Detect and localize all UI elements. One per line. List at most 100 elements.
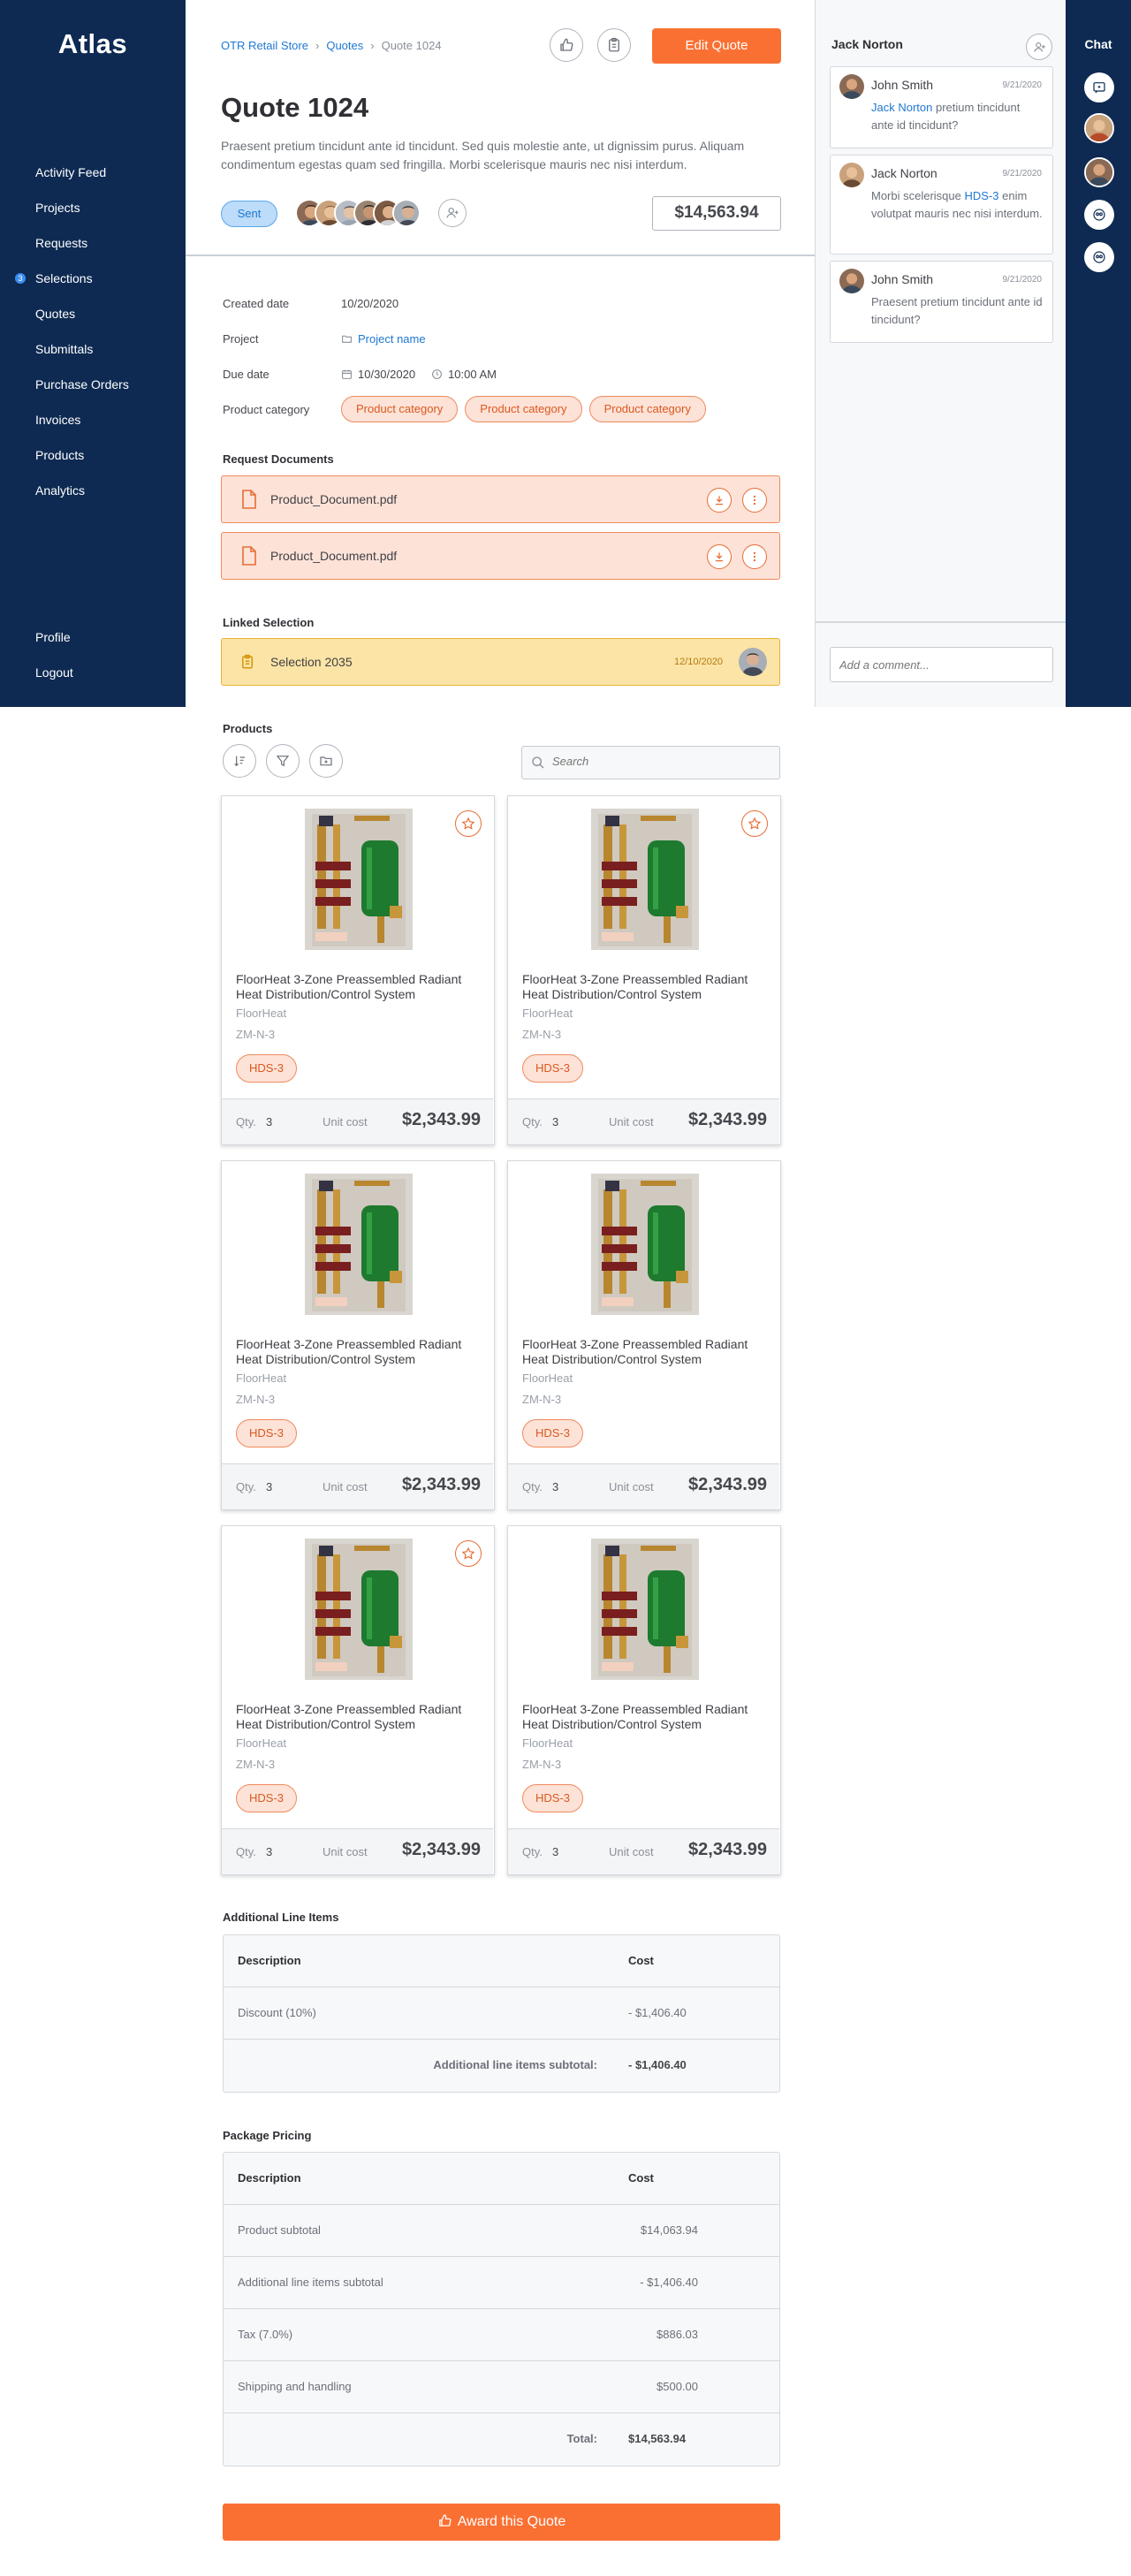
product-card[interactable]: FloorHeat 3-Zone Preassembled Radiant He… [507,795,781,1145]
unit-cost-value: $2,343.99 [402,1840,481,1859]
avatar[interactable] [739,648,767,676]
search-icon [532,756,544,769]
more-options-button[interactable] [742,488,767,513]
favorite-button[interactable] [455,1540,482,1567]
sidebar-item-projects[interactable]: Projects [0,196,186,232]
unit-cost-label: Unit cost [323,1480,368,1493]
edit-quote-button[interactable]: Edit Quote [652,28,781,64]
product-tag[interactable]: HDS-3 [522,1784,584,1812]
filter-button[interactable] [266,744,300,778]
sidebar-item-label: Invoices [35,413,81,427]
qty-label: Qty. [236,1845,256,1858]
quote-details: Created date 10/20/2020 Project Project … [223,285,788,427]
document-item[interactable]: Product_Document.pdf [221,532,780,580]
category-pill[interactable]: Product category [465,396,582,422]
chat-title: Chat [1084,37,1112,51]
app-logo[interactable]: Atlas [0,28,186,60]
sidebar-item-analytics[interactable]: Analytics [0,479,186,514]
pdf-file-icon [242,546,256,566]
favorite-button[interactable] [455,810,482,837]
comment: John Smith 9/21/2020 Jack Norton pretium… [830,66,1053,148]
category-pill[interactable]: Product category [588,396,706,422]
download-button[interactable] [707,488,732,513]
favorite-button[interactable] [741,810,768,837]
sidebar-item-purchase-orders[interactable]: Purchase Orders [0,373,186,408]
qty-label: Qty. [236,1115,256,1128]
group-chat-button[interactable] [1084,242,1114,272]
chat-avatar[interactable] [1084,157,1114,187]
product-title[interactable]: FloorHeat 3-Zone Preassembled Radiant He… [522,972,773,1002]
sidebar-item-selections[interactable]: 3 Selections [0,267,186,302]
sidebar-item-quotes[interactable]: Quotes [0,302,186,338]
product-title[interactable]: FloorHeat 3-Zone Preassembled Radiant He… [236,1337,487,1367]
search-input[interactable] [552,755,764,768]
product-card[interactable]: FloorHeat 3-Zone Preassembled Radiant He… [221,795,495,1145]
product-card[interactable]: FloorHeat 3-Zone Preassembled Radiant He… [221,1160,495,1510]
sidebar-item-label: Quotes [35,307,76,321]
product-image [305,809,413,950]
download-icon [715,552,724,562]
line-items-title: Additional Line Items [223,1911,339,1924]
add-folder-button[interactable] [309,744,343,778]
product-search[interactable] [521,746,780,779]
product-tag[interactable]: HDS-3 [236,1054,298,1083]
download-button[interactable] [707,544,732,569]
product-brand: FloorHeat [236,1007,287,1020]
sidebar-item-submittals[interactable]: Submittals [0,338,186,373]
pricing-description: Additional line items subtotal [238,2276,383,2289]
sidebar-item-profile[interactable]: Profile [0,626,186,661]
mention-link[interactable]: HDS-3 [965,189,999,202]
linked-selection-card[interactable]: Selection 2035 12/10/2020 [221,638,780,686]
comment-input[interactable] [830,647,1053,682]
add-member-button[interactable] [438,199,467,227]
document-item[interactable]: Product_Document.pdf [221,475,780,523]
quote-description: Praesent pretium tincidunt ante id tinci… [221,139,745,171]
avatar[interactable] [392,199,421,227]
product-title[interactable]: FloorHeat 3-Zone Preassembled Radiant He… [522,1702,773,1732]
new-chat-button[interactable] [1084,72,1114,103]
qty-value: 3 [266,1115,273,1128]
request-documents-title: Request Documents [223,452,334,466]
product-title[interactable]: FloorHeat 3-Zone Preassembled Radiant He… [522,1337,773,1367]
sidebar-item-products[interactable]: Products [0,444,186,479]
breadcrumb-root-link[interactable]: OTR Retail Store [221,39,308,52]
category-pill[interactable]: Product category [341,396,459,422]
product-title[interactable]: FloorHeat 3-Zone Preassembled Radiant He… [236,1702,487,1732]
group-chat-button[interactable] [1084,200,1114,230]
project-link[interactable]: Project name [358,332,426,346]
comment-date: 9/21/2020 [1002,169,1043,179]
sidebar-item-label: Logout [35,665,73,680]
more-options-button[interactable] [742,544,767,569]
product-brand: FloorHeat [522,1736,573,1750]
star-icon [748,817,762,830]
chat-avatar[interactable] [1084,113,1114,143]
sidebar-item-logout[interactable]: Logout [0,661,186,696]
product-card[interactable]: FloorHeat 3-Zone Preassembled Radiant He… [507,1160,781,1510]
pricing-cost: $886.03 [657,2328,698,2341]
avatar [839,74,864,99]
add-participant-button[interactable] [1026,34,1052,60]
sort-icon [234,756,245,767]
sidebar-item-invoices[interactable]: Invoices [0,408,186,444]
sidebar-item-requests[interactable]: Requests [0,232,186,267]
product-brand: FloorHeat [236,1372,287,1385]
clipboard-button[interactable] [597,28,631,62]
unit-cost-label: Unit cost [609,1480,654,1493]
product-tag[interactable]: HDS-3 [236,1784,298,1812]
product-title[interactable]: FloorHeat 3-Zone Preassembled Radiant He… [236,972,487,1002]
like-button[interactable] [550,28,583,62]
pricing-description: Shipping and handling [238,2380,352,2393]
sort-button[interactable] [223,744,256,778]
product-card[interactable]: FloorHeat 3-Zone Preassembled Radiant He… [507,1525,781,1875]
product-tag[interactable]: HDS-3 [522,1054,584,1083]
product-tag[interactable]: HDS-3 [236,1419,298,1448]
product-card[interactable]: FloorHeat 3-Zone Preassembled Radiant He… [221,1525,495,1875]
product-tag[interactable]: HDS-3 [522,1419,584,1448]
mention-link[interactable]: Jack Norton [871,101,932,114]
sidebar-item-activity-feed[interactable]: Activity Feed [0,161,186,196]
line-item-description: Discount (10%) [238,2006,316,2019]
product-image-frame [292,809,425,954]
comment-body: Morbi scelerisque [871,189,965,202]
breadcrumb-quotes-link[interactable]: Quotes [326,39,363,52]
award-quote-button[interactable]: Award this Quote [223,2504,780,2541]
